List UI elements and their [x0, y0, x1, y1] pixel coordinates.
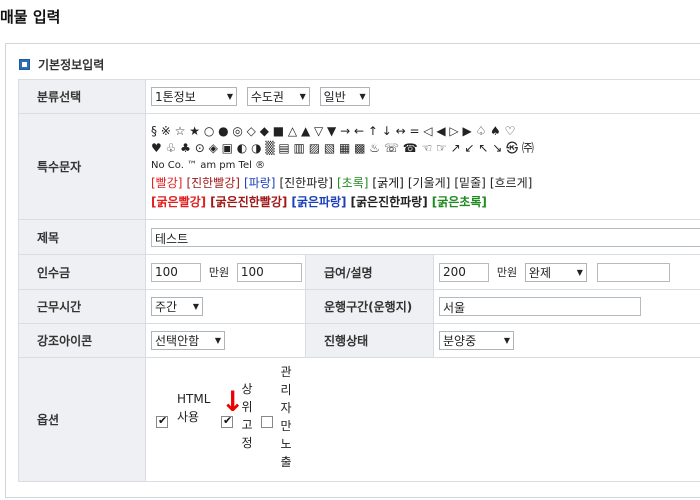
special-chars-line-1[interactable]: § ※ ☆ ★ ○ ● ◎ ◇ ◆ ■ △ ▲ ▽ ▼ → ← ↑ ↓ ↔ = … — [151, 123, 700, 140]
special-chars-line-3[interactable]: No Co. ™ am pm Tel ® — [151, 157, 700, 174]
progress-label: 진행상태 — [305, 323, 434, 358]
work-time-select-value: 주간 — [155, 300, 178, 314]
format-tag-0[interactable]: [빨강] — [151, 176, 182, 190]
category-label: 분류선택 — [18, 79, 146, 114]
title-input[interactable]: 테스트 — [151, 227, 700, 247]
pin-top-checkbox[interactable] — [221, 414, 233, 428]
salary-extra-input[interactable] — [596, 262, 670, 282]
format-tag-7[interactable]: [밑줄] — [454, 176, 485, 190]
format-bold-tag-0[interactable]: [굵은빨강] — [151, 195, 206, 209]
work-time-label: 근무시간 — [18, 289, 146, 324]
chevron-down-icon: ▼ — [503, 336, 510, 345]
format-tag-3[interactable]: [진한파랑] — [279, 176, 333, 190]
fee-input-1[interactable]: 100 — [151, 262, 201, 282]
format-tag-6[interactable]: [기울게] — [408, 176, 450, 190]
html-use-label: HTML 사용 — [177, 391, 211, 424]
format-bold-tag-1[interactable]: [굵은진한빨강] — [210, 195, 287, 209]
admin-only-label: 관리자만노출 — [280, 364, 292, 469]
chevron-down-icon: ▼ — [214, 336, 221, 345]
category-select-2[interactable]: 수도권 ▼ — [246, 87, 310, 106]
emphasis-label: 강조아이콘 — [18, 323, 146, 358]
category-select-2-value: 수도권 — [250, 90, 284, 104]
section-bullet-icon — [19, 59, 30, 70]
html-use-checkbox[interactable] — [156, 414, 168, 428]
route-input[interactable]: 서울 — [439, 297, 641, 316]
options-label: 옵션 — [18, 357, 146, 482]
format-tag-2[interactable]: [파랑] — [244, 176, 275, 190]
work-time-select[interactable]: 주간 ▼ — [151, 297, 203, 316]
special-chars-line-2[interactable]: ♥ ♧ ♣ ⊙ ◈ ▣ ◐ ◑ ▒ ▤ ▥ ▨ ▧ ▦ ▩ ♨ ☏ ☎ ☜ ☞ … — [151, 140, 700, 157]
route-label: 운행구간(운행지) — [305, 289, 434, 324]
salary-select-value: 완제 — [528, 265, 551, 280]
title-label: 제목 — [18, 219, 146, 255]
pin-top-label: 상위고정 — [241, 381, 253, 450]
fee-input-2[interactable]: 100 — [236, 262, 302, 282]
chevron-down-icon: ▼ — [576, 267, 583, 277]
salary-input[interactable]: 200 — [439, 262, 489, 282]
format-bold-tag-3[interactable]: [굵은진한파랑] — [351, 195, 428, 209]
format-tag-1[interactable]: [진한빨강] — [186, 176, 240, 190]
category-select-3-value: 일반 — [323, 90, 346, 104]
format-tags-row-2: [굵은빨강] [굵은진한빨강] [굵은파랑] [굵은진한파랑] [굵은초록] — [151, 193, 700, 212]
section-label: 기본정보입력 — [38, 58, 105, 72]
category-select-1[interactable]: 1톤정보 ▼ — [151, 87, 237, 106]
fee-unit: 만원 — [208, 266, 230, 279]
form-table: 분류선택 1톤정보 ▼ 수도권 ▼ 일반 ▼ 특수문자 § ※ ☆ ★ ○ ● … — [18, 79, 700, 482]
salary-unit: 만원 — [496, 266, 518, 279]
fee-label: 인수금 — [18, 254, 146, 290]
progress-select-value: 분양중 — [443, 334, 477, 348]
form-panel: 기본정보입력 분류선택 1톤정보 ▼ 수도권 ▼ 일반 ▼ 특수문자 § ※ ☆… — [5, 43, 700, 498]
format-tags-row-1: [빨강] [진한빨강] [파랑] [진한파랑] [초록] [굵게] [기울게] [밑줄] [흐르… — [151, 174, 700, 193]
salary-select[interactable]: 완제 ▼ — [524, 262, 587, 282]
format-bold-tag-2[interactable]: [굵은파랑] — [291, 195, 346, 209]
format-tag-5[interactable]: [굵게] — [372, 176, 403, 190]
salary-label: 급여/설명 — [305, 254, 434, 290]
section-header: 기본정보입력 — [19, 56, 104, 73]
format-tag-8[interactable]: [흐르게] — [490, 176, 532, 190]
chevron-down-icon: ▼ — [192, 302, 199, 311]
chevron-down-icon: ▼ — [359, 92, 366, 101]
emphasis-select[interactable]: 선택안함 ▼ — [151, 331, 225, 350]
category-select-3[interactable]: 일반 ▼ — [319, 87, 370, 106]
admin-only-checkbox[interactable] — [261, 415, 273, 428]
special-chars-label: 특수문자 — [18, 113, 146, 220]
page-title: 매물 입력 — [0, 8, 61, 26]
progress-select[interactable]: 분양중 ▼ — [439, 331, 514, 350]
chevron-down-icon: ▼ — [299, 92, 306, 101]
category-select-1-value: 1톤정보 — [155, 90, 196, 104]
format-bold-tag-4[interactable]: [굵은초록] — [432, 195, 487, 209]
emphasis-select-value: 선택안함 — [155, 334, 200, 348]
format-tag-4[interactable]: [초록] — [337, 176, 368, 190]
chevron-down-icon: ▼ — [226, 92, 233, 101]
